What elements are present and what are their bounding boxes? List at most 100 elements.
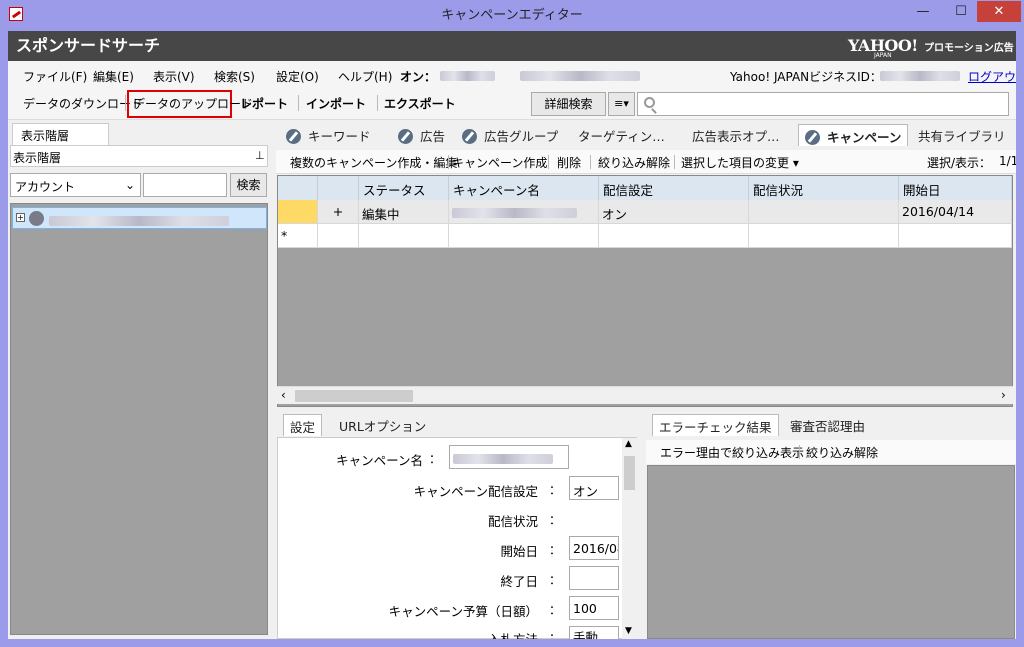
cell-delivery-status[interactable] <box>749 200 899 224</box>
separator <box>674 155 675 169</box>
scroll-up-icon[interactable]: ▲ <box>625 439 632 449</box>
clear-filter-button[interactable]: 絞り込み解除 <box>598 154 670 171</box>
report-button[interactable]: レポート <box>240 95 288 112</box>
import-button[interactable]: インポート <box>306 95 366 112</box>
column-header-delivery-setting[interactable]: 配信設定 <box>599 176 749 200</box>
grid-header-marker <box>318 176 359 200</box>
field-label-start-date: 開始日 <box>500 544 538 559</box>
new-row-cell[interactable] <box>318 224 359 248</box>
tab-keyword[interactable]: キーワード <box>280 124 377 146</box>
account-search-input[interactable] <box>143 173 227 197</box>
campaign-name-field[interactable] <box>449 445 569 469</box>
daily-budget-field[interactable]: 100 <box>569 596 619 620</box>
column-header-campaign-name[interactable]: キャンペーン名 <box>449 176 599 200</box>
field-label-daily-budget: キャンペーン予算（日額） <box>388 604 538 619</box>
menu-file[interactable]: ファイル(F) <box>23 68 87 85</box>
tab-error-check[interactable]: エラーチェック結果 <box>652 414 779 436</box>
bid-method-field[interactable]: 手動 <box>569 626 619 639</box>
menu-view[interactable]: 表示(V) <box>153 68 195 85</box>
scroll-thumb[interactable] <box>295 390 413 402</box>
toolbar-separator <box>298 95 299 111</box>
tab-targeting[interactable]: ターゲティン… <box>572 124 671 146</box>
vertical-scrollbar[interactable]: ▲ ▼ <box>622 438 637 639</box>
tab-label: 広告グループ <box>484 129 559 144</box>
cell-campaign-name[interactable] <box>449 200 599 224</box>
account-select-value: アカウント <box>15 180 76 194</box>
delete-button[interactable]: 削除 <box>557 154 581 171</box>
scroll-down-icon[interactable]: ▼ <box>625 626 632 636</box>
tab-url-options[interactable]: URLオプション <box>333 414 432 436</box>
tab-ad-group[interactable]: 広告グループ <box>456 124 564 146</box>
toolbar: データのダウンロード データのアップロード レポート インポート エクスポート … <box>8 88 1016 120</box>
tab-ad-extensions[interactable]: 広告表示オプ… <box>686 124 786 146</box>
tab-shared-library[interactable]: 共有ライブラリ <box>912 124 1012 146</box>
tab-ad[interactable]: 広告 <box>392 124 451 146</box>
search-input[interactable] <box>637 92 1009 116</box>
bulk-create-button[interactable]: 複数のキャンペーン作成・編集 <box>290 154 457 171</box>
end-date-field[interactable] <box>569 566 619 590</box>
pin-icon[interactable]: ⊥ <box>255 149 265 162</box>
minimize-button[interactable]: — <box>900 1 946 22</box>
menu-help[interactable]: ヘルプ(H) <box>338 68 392 85</box>
new-row-cell[interactable] <box>899 224 1012 248</box>
product-title: スポンサードサーチ <box>16 36 161 55</box>
menu-edit[interactable]: 編集(E) <box>93 68 134 85</box>
account-search-button[interactable]: 検索 <box>230 173 267 197</box>
tab-label: キャンペーン <box>827 130 902 145</box>
tab-settings[interactable]: 設定 <box>283 414 323 436</box>
column-header-start-date[interactable]: 開始日 <box>899 176 1012 200</box>
toolbar-separator <box>125 95 126 111</box>
search-icon <box>644 97 655 108</box>
pencil-icon <box>286 129 301 144</box>
selection-count: 1/1 <box>999 154 1016 168</box>
new-row-cell[interactable] <box>749 224 899 248</box>
close-button[interactable]: ✕ <box>977 1 1021 22</box>
chevron-down-icon: ⌄ <box>125 178 136 192</box>
new-row-cell[interactable] <box>359 224 449 248</box>
menu-settings[interactable]: 設定(O) <box>276 68 319 85</box>
status-label: オン： <box>400 70 437 84</box>
cell-delivery-setting[interactable]: オン <box>599 200 749 224</box>
change-selected-dropdown[interactable]: 選択した項目の変更 ▾ <box>681 154 799 171</box>
tree-item-account[interactable]: + <box>12 207 267 229</box>
account-name-redacted <box>440 68 495 82</box>
new-row-cell[interactable] <box>449 224 599 248</box>
delivery-setting-field[interactable]: オン <box>569 476 619 500</box>
scroll-thumb[interactable] <box>624 456 635 490</box>
filter-errors-button[interactable]: エラー理由で絞り込み表示 <box>660 444 804 461</box>
menu-search[interactable]: 検索(S) <box>214 68 255 85</box>
maximize-button[interactable]: ☐ <box>946 1 976 22</box>
separator <box>590 155 591 169</box>
column-header-status[interactable]: ステータス <box>359 176 449 200</box>
field-label-bid-method: 入札方法 <box>378 629 538 639</box>
horizontal-scrollbar[interactable]: ‹ › <box>277 386 1013 404</box>
field-sep: ： <box>429 452 442 466</box>
window-title: キャンペーンエディター <box>441 8 583 23</box>
search-options-menu-button[interactable]: ≡▾ <box>608 92 635 116</box>
title-bar[interactable]: キャンペーンエディター — ☐ ✕ <box>0 0 1024 31</box>
new-row-marker[interactable]: * <box>278 224 318 248</box>
cell-status[interactable]: 編集中 <box>359 200 449 224</box>
expand-icon[interactable]: + <box>16 213 25 222</box>
data-upload-button[interactable]: データのアップロード <box>133 95 253 112</box>
new-row-cell[interactable] <box>599 224 749 248</box>
grid-corner[interactable] <box>278 176 318 200</box>
tab-display-hierarchy[interactable]: 表示階層 <box>12 123 109 145</box>
row-selector[interactable] <box>278 200 318 224</box>
advanced-search-button[interactable]: 詳細検索 <box>531 92 606 116</box>
export-button[interactable]: エクスポート <box>384 95 456 112</box>
hierarchy-header: 表示階層 ⊥ <box>10 145 268 167</box>
tab-campaign[interactable]: キャンペーン <box>798 124 909 146</box>
left-panel: 表示階層 表示階層 ⊥ アカウント ⌄ 検索 + <box>10 121 270 637</box>
column-header-delivery-status[interactable]: 配信状況 <box>749 176 899 200</box>
tab-review-rejection[interactable]: 審査否認理由 <box>784 414 871 436</box>
scroll-right-icon[interactable]: › <box>1001 388 1006 402</box>
field-label-delivery-status: 配信状況 <box>487 514 538 529</box>
account-select[interactable]: アカウント ⌄ <box>10 173 141 197</box>
field-label-campaign-name: キャンペーン名 <box>336 453 423 468</box>
start-date-field[interactable]: 2016/04 <box>569 536 619 560</box>
clear-error-filter-button[interactable]: 絞り込み解除 <box>806 444 878 461</box>
create-campaign-button[interactable]: キャンペーン作成 <box>452 154 547 171</box>
scroll-left-icon[interactable]: ‹ <box>281 388 286 402</box>
cell-start-date[interactable]: 2016/04/14 <box>899 200 1012 224</box>
